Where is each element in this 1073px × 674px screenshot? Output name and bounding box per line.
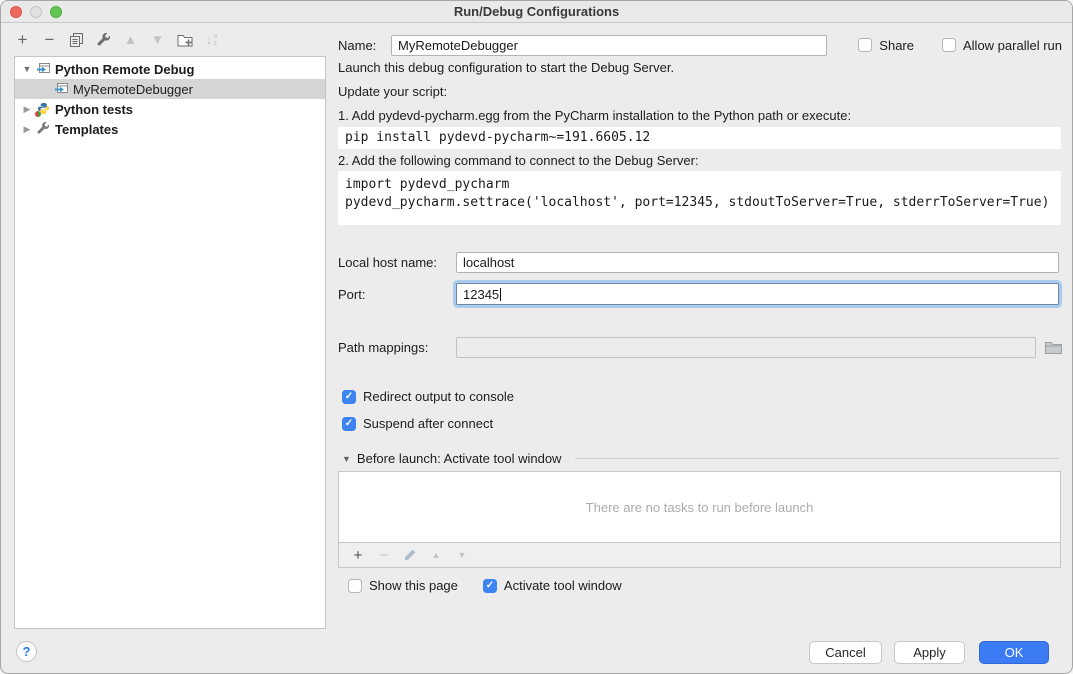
page-options-row: Show this page ✓ Activate tool window <box>348 578 622 593</box>
suspend-after-connect-checkbox[interactable]: ✓ <box>342 417 356 431</box>
tree-item-templates[interactable]: ▶ Templates <box>15 119 325 139</box>
port-label: Port: <box>338 287 456 302</box>
share-label: Share <box>879 38 914 53</box>
code-line-1: import pydevd_pycharm <box>345 177 509 192</box>
settrace-code-block: import pydevd_pycharm pydevd_pycharm.sett… <box>338 171 1061 225</box>
pencil-icon <box>404 549 416 561</box>
tree-item-label: MyRemoteDebugger <box>73 82 193 97</box>
edit-templates-button[interactable] <box>90 28 117 52</box>
copy-configuration-button[interactable] <box>63 28 90 52</box>
ok-button[interactable]: OK <box>979 641 1049 664</box>
expander-closed-icon[interactable]: ▶ <box>21 104 33 115</box>
share-checkbox[interactable] <box>858 38 872 52</box>
local-host-row: Local host name: <box>338 251 1059 273</box>
intro-line-2: Update your script: <box>338 84 447 99</box>
empty-tasks-message: There are no tasks to run before launch <box>586 500 814 515</box>
allow-parallel-run-label: Allow parallel run <box>963 38 1062 53</box>
tree-item-myremotedebugger[interactable]: MyRemoteDebugger <box>15 79 325 99</box>
step1-text: 1. Add pydevd-pycharm.egg from the PyCha… <box>338 108 851 123</box>
remove-configuration-button[interactable]: − <box>36 28 63 52</box>
redirect-output-row: ✓ Redirect output to console <box>342 389 514 404</box>
name-label: Name: <box>338 38 391 53</box>
show-this-page-checkbox[interactable] <box>348 579 362 593</box>
window-title: Run/Debug Configurations <box>1 4 1072 19</box>
tree-item-label: Python tests <box>55 102 133 117</box>
new-folder-button[interactable] <box>171 28 198 52</box>
folder-add-icon <box>177 33 193 47</box>
text-cursor <box>500 288 501 301</box>
redirect-output-label: Redirect output to console <box>363 389 514 404</box>
close-window-button[interactable] <box>10 6 22 18</box>
header-separator <box>575 458 1059 459</box>
port-value: 12345 <box>463 287 499 302</box>
templates-wrench-icon <box>37 122 51 136</box>
title-bar: Run/Debug Configurations <box>1 1 1072 23</box>
run-debug-configurations-dialog: Run/Debug Configurations + − ▲ ▼ <box>0 0 1073 674</box>
remote-debug-icon <box>55 82 69 96</box>
port-row: Port: 12345 <box>338 282 1059 306</box>
expander-closed-icon[interactable]: ▶ <box>21 124 33 135</box>
before-launch-header: ▼ Before launch: Activate tool window <box>342 451 1059 466</box>
move-down-button[interactable]: ▼ <box>144 28 171 52</box>
test-badge-icon <box>35 111 41 117</box>
traffic-lights <box>10 6 62 18</box>
move-task-down-button[interactable]: ▼ <box>451 545 473 565</box>
cancel-button[interactable]: Cancel <box>809 641 882 664</box>
intro-line-1: Launch this debug configuration to start… <box>338 60 674 75</box>
tree-item-python-tests[interactable]: ▶ Python tests <box>15 99 325 119</box>
step2-text: 2. Add the following command to connect … <box>338 153 699 168</box>
python-tests-icon <box>37 102 51 116</box>
redirect-output-checkbox[interactable]: ✓ <box>342 390 356 404</box>
move-task-up-button[interactable]: ▲ <box>425 545 447 565</box>
sort-configurations-button[interactable]: ↓ az <box>198 28 225 52</box>
activate-tool-window-checkbox[interactable]: ✓ <box>483 579 497 593</box>
tree-item-python-remote-debug[interactable]: ▼ Python Remote Debug <box>15 59 325 79</box>
before-launch-task-list: There are no tasks to run before launch <box>338 471 1061 543</box>
copy-icon <box>70 33 83 47</box>
remote-debug-icon <box>37 62 51 76</box>
zoom-window-button[interactable] <box>50 6 62 18</box>
before-launch-toolbar: + − ▲ ▼ <box>338 543 1061 568</box>
browse-path-mappings-button[interactable] <box>1045 340 1063 355</box>
local-host-input[interactable] <box>456 252 1059 273</box>
folder-icon <box>1045 341 1062 354</box>
show-this-page-label: Show this page <box>369 578 458 593</box>
add-task-button[interactable]: + <box>347 545 369 565</box>
pip-install-code: pip install pydevd-pycharm~=191.6605.12 <box>338 127 1061 149</box>
code-line-2: pydevd_pycharm.settrace('localhost', por… <box>345 195 1049 210</box>
path-mappings-row: Path mappings: <box>338 336 1063 358</box>
tree-item-label: Python Remote Debug <box>55 62 194 77</box>
move-up-button[interactable]: ▲ <box>117 28 144 52</box>
apply-button[interactable]: Apply <box>894 641 965 664</box>
minimize-window-button[interactable] <box>30 6 42 18</box>
suspend-after-connect-label: Suspend after connect <box>363 416 493 431</box>
local-host-label: Local host name: <box>338 255 456 270</box>
path-mappings-label: Path mappings: <box>338 340 456 355</box>
activate-tool-window-label: Activate tool window <box>504 578 622 593</box>
wrench-icon <box>97 33 111 47</box>
allow-parallel-run-checkbox[interactable] <box>942 38 956 52</box>
expander-open-icon[interactable]: ▼ <box>21 64 33 74</box>
name-input[interactable] <box>391 35 827 56</box>
suspend-after-connect-row: ✓ Suspend after connect <box>342 416 493 431</box>
help-button[interactable]: ? <box>16 641 37 662</box>
configurations-tree: ▼ Python Remote Debug MyRe <box>14 56 326 629</box>
tree-item-label: Templates <box>55 122 118 137</box>
sort-az-icon: ↓ az <box>206 32 217 47</box>
remove-task-button[interactable]: − <box>373 545 395 565</box>
port-input[interactable]: 12345 <box>456 283 1059 305</box>
path-mappings-input[interactable] <box>456 337 1036 358</box>
add-configuration-button[interactable]: + <box>9 28 36 52</box>
configurations-toolbar: + − ▲ ▼ ↓ az <box>1 23 326 56</box>
name-row: Name: Share Allow parallel run <box>338 34 1062 56</box>
before-launch-expander-icon[interactable]: ▼ <box>342 454 351 464</box>
before-launch-title: Before launch: Activate tool window <box>357 451 562 466</box>
edit-task-button[interactable] <box>399 545 421 565</box>
